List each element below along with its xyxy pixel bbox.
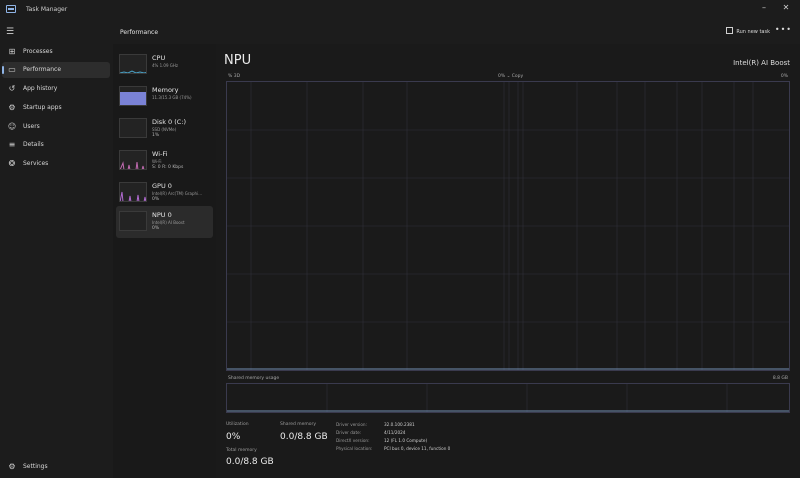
startup-icon: ⚙ [8,103,16,112]
device-title: NPU [224,53,252,68]
performance-icon: ▭ [8,65,16,74]
total-memory-value: 0.0/8.8 GB [226,457,274,467]
shared-memory-label: Shared memory [280,422,317,427]
physical-location-value: PCI bus 0, device 11, function 0 [384,446,451,451]
driver-date-value: 4/11/2024 [384,430,406,435]
settings-icon: ⚙ [8,462,16,471]
shared-memory-value: 0.0/8.8 GB [280,432,328,442]
menu-icon[interactable]: ☰ [6,27,14,37]
sidebar-item-users[interactable]: ☺ Users [2,119,110,135]
page-title: Performance [120,29,159,36]
sidebar-item-label: Services [23,160,49,167]
shared-memory-usage-label: Shared memory usage [228,376,280,381]
sidebar-item-startup-apps[interactable]: ⚙ Startup apps [2,100,110,116]
device-name: Memory [152,86,179,94]
title-bar: Task Manager – ✕ [0,0,800,20]
shared-memory-grid [227,384,789,412]
device-sub: 11.3/15.3 GB (74%) [152,95,192,100]
gpu-thumbnail [119,182,147,202]
device-gpu[interactable]: GPU 0 Intel(R) Arc(TM) Graphi... 0% [116,177,213,209]
sidebar-item-processes[interactable]: ⊞ Processes [2,44,110,60]
driver-version-value: 32.0.100.2381 [384,422,415,427]
driver-date-key: Driver date: [336,430,362,435]
directx-version-value: 12 (FL 1.0 Compute) [384,438,428,443]
minimize-icon[interactable]: – [757,2,771,14]
device-sub: Intel(R) Arc(TM) Graphi... [152,191,203,196]
device-name: GPU 0 [152,182,172,190]
sidebar-item-label: Users [23,123,40,130]
npu-detail-panel: NPU Intel(R) AI Boost % 3D 0% ⌄ Copy 0% [216,44,800,478]
device-sub: SSD (NVMe) [152,127,177,132]
graph-top-right-label: 0% [780,74,788,79]
device-name: NPU 0 [152,211,172,219]
header: Performance Run new task ••• [113,20,800,44]
users-icon: ☺ [7,122,17,131]
device-value: 0% [152,226,160,231]
device-list: CPU 4% 1.09 GHz Memory 11.3/15.3 GB (74%… [113,44,216,478]
physical-location-key: Physical location: [336,446,373,451]
wifi-thumbnail [119,150,147,170]
device-sub: Intel(R) AI Boost [152,220,185,225]
device-wifi[interactable]: Wi-Fi Wi-Fi S: 0 R: 0 Kbps [116,145,213,177]
device-name: Wi-Fi [152,150,168,158]
device-disk[interactable]: Disk 0 (C:) SSD (NVMe) 1% [116,113,213,145]
details-icon: ≡ [8,140,16,149]
device-value: S: 0 R: 0 Kbps [152,165,184,170]
shared-memory-max-label: 8.8 GB [772,376,788,381]
utilization-grid [227,82,789,370]
engine-selector[interactable]: 0% ⌄ Copy [498,74,523,79]
device-cpu[interactable]: CPU 4% 1.09 GHz [116,49,213,81]
processes-icon: ⊞ [8,47,16,56]
sidebar-item-label: App history [23,85,58,92]
history-icon: ↺ [8,84,16,93]
total-memory-label: Total memory [226,448,257,453]
device-name: CPU [152,54,166,62]
device-npu[interactable]: NPU 0 Intel(R) AI Boost 0% [116,206,213,238]
close-icon[interactable]: ✕ [779,2,793,14]
device-name: Disk 0 (C:) [152,118,187,126]
sidebar-item-label: Processes [23,48,53,55]
graph-top-left-label: % 3D [228,74,241,79]
services-icon: ❂ [8,159,16,168]
driver-version-key: Driver version: [336,422,367,427]
task-manager-icon [6,5,16,13]
directx-version-key: DirectX version: [336,438,370,443]
memory-thumbnail [119,86,147,106]
sidebar-item-label: Settings [23,463,48,470]
window-title: Task Manager [26,6,68,13]
utilization-label: Utilization [226,422,249,427]
shared-memory-graph [226,383,790,413]
sidebar-item-label: Startup apps [23,104,62,111]
device-model: Intel(R) AI Boost [733,59,790,67]
more-options-button[interactable]: ••• [775,25,792,34]
device-sub: 4% 1.09 GHz [152,63,179,68]
device-memory[interactable]: Memory 11.3/15.3 GB (74%) [116,81,213,113]
device-value: 0% [152,197,160,202]
sidebar-item-label: Details [23,141,44,148]
cpu-thumbnail [119,54,147,74]
utilization-graph [226,81,790,371]
sidebar-item-services[interactable]: ❂ Services [2,156,110,172]
utilization-value: 0% [226,432,241,442]
sidebar-item-app-history[interactable]: ↺ App history [2,81,110,97]
disk-thumbnail [119,118,147,138]
sidebar-item-details[interactable]: ≡ Details [2,137,110,153]
sidebar: ☰ ⊞ Processes ▭ Performance ↺ App histor… [0,20,113,478]
run-new-task-label: Run new task [736,29,770,35]
device-sub: Wi-Fi [152,159,162,164]
sidebar-item-settings[interactable]: ⚙ Settings [2,459,110,475]
device-value: 1% [152,133,160,138]
sidebar-item-label: Performance [23,66,62,73]
run-new-task-button[interactable]: Run new task [726,27,770,38]
run-task-icon [726,27,734,34]
sidebar-item-performance[interactable]: ▭ Performance [2,62,110,78]
npu-thumbnail [119,211,147,231]
